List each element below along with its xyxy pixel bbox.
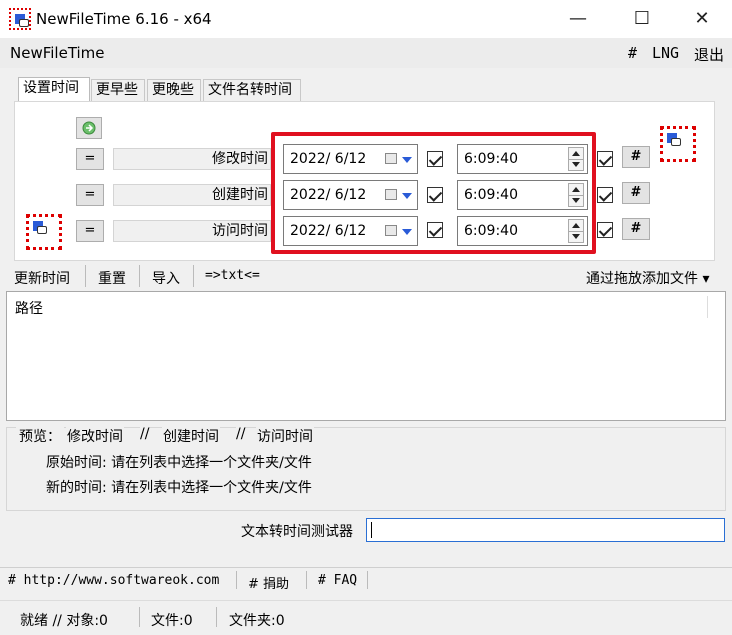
status-divider [216, 607, 217, 627]
tab-set-time[interactable]: 设置时间 [18, 77, 90, 102]
tester-label: 文本转时间测试器 [241, 524, 353, 540]
modified-apply-checkbox[interactable] [597, 151, 613, 167]
menu-exit[interactable]: 退出 [694, 44, 724, 65]
app-logo-icon-right [660, 126, 696, 162]
created-time-label: 创建时间 [212, 187, 268, 203]
modified-time-label: 修改时间 [212, 151, 268, 167]
title-bar: NewFileTime 6.16 - x64 — ☐ ✕ [0, 0, 732, 38]
menu-bar: NewFileTime # LNG 退出 [0, 38, 732, 68]
status-bar [0, 600, 732, 635]
preview-accessed-option[interactable]: 访问时间 [256, 426, 314, 446]
window-title: NewFileTime 6.16 - x64 [36, 10, 212, 28]
close-button[interactable]: ✕ [680, 0, 724, 38]
toolbar-divider [139, 265, 140, 287]
status-folders: 文件夹:0 [229, 613, 285, 629]
toolbar-divider [193, 265, 194, 287]
preview-new-time: 新的时间: 请在列表中选择一个文件夹/文件 [46, 480, 312, 496]
equal-button-modified[interactable]: = [76, 148, 104, 170]
drag-add-files-dropdown[interactable]: 通过拖放添加文件 ▾ [586, 268, 709, 288]
export-txt-button[interactable]: =>txt<= [205, 268, 260, 283]
faq-link[interactable]: # FAQ [318, 573, 357, 588]
links-divider [367, 571, 368, 589]
reset-button[interactable]: 重置 [98, 268, 126, 288]
links-divider [236, 571, 237, 589]
column-divider [707, 296, 708, 318]
equal-button-accessed[interactable]: = [76, 220, 104, 242]
modified-hash-button[interactable]: # [622, 146, 650, 168]
preview-original-time: 原始时间: 请在列表中选择一个文件夹/文件 [46, 455, 312, 471]
tab-earlier[interactable]: 更早些 [91, 79, 145, 101]
preview-separator: // [236, 426, 246, 442]
accessed-hash-button[interactable]: # [622, 218, 650, 240]
app-icon [9, 8, 31, 30]
tab-later[interactable]: 更晚些 [147, 79, 201, 101]
preview-separator: // [140, 426, 150, 442]
refresh-icon[interactable] [76, 117, 102, 139]
status-divider [139, 607, 140, 627]
column-header-path[interactable]: 路径 [15, 298, 43, 318]
preview-created-option[interactable]: 创建时间 [162, 426, 220, 446]
highlight-box [271, 132, 596, 254]
accessed-time-label: 访问时间 [212, 223, 268, 239]
file-list[interactable]: 路径 [6, 291, 726, 421]
status-ready: 就绪 // 对象:0 [20, 613, 108, 629]
menu-app-name[interactable]: NewFileTime [10, 44, 105, 62]
toolbar-divider [85, 265, 86, 287]
equal-button-created[interactable]: = [76, 184, 104, 206]
update-time-button[interactable]: 更新时间 [14, 268, 70, 288]
menu-lng[interactable]: LNG [652, 44, 679, 62]
text-caret [371, 522, 372, 538]
created-apply-checkbox[interactable] [597, 187, 613, 203]
website-link[interactable]: # http://www.softwareok.com [8, 573, 219, 588]
created-hash-button[interactable]: # [622, 182, 650, 204]
text-to-time-input[interactable] [366, 518, 725, 542]
import-button[interactable]: 导入 [152, 268, 180, 288]
menu-hash[interactable]: # [628, 44, 637, 62]
accessed-apply-checkbox[interactable] [597, 222, 613, 238]
status-files: 文件:0 [151, 613, 193, 629]
minimize-button[interactable]: — [556, 0, 600, 38]
preview-modified-option[interactable]: 修改时间 [66, 426, 124, 446]
app-logo-icon [26, 214, 62, 250]
donate-link[interactable]: # 捐助 [248, 573, 289, 592]
tab-filename-to-time[interactable]: 文件名转时间 [203, 79, 301, 101]
maximize-button[interactable]: ☐ [620, 0, 664, 38]
links-divider [306, 571, 307, 589]
preview-label: 预览： [16, 426, 64, 446]
